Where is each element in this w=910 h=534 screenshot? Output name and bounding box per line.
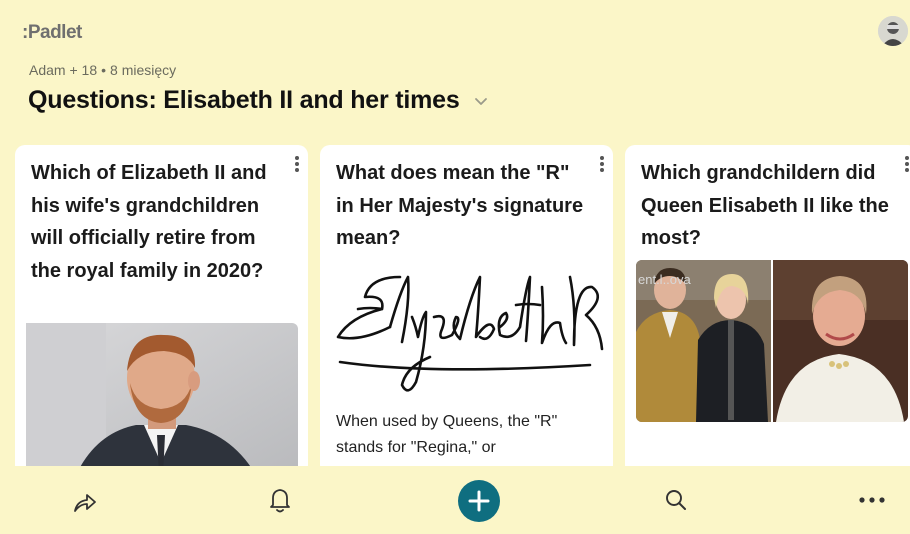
time-ago: 8 miesięcy [110, 62, 177, 78]
plus-icon [468, 490, 490, 512]
share-icon[interactable] [72, 490, 98, 514]
signature-elizabeth-r-icon[interactable] [330, 257, 605, 402]
post-card-3[interactable]: Which grandchildern did Queen Elisabeth … [625, 145, 910, 475]
title-row[interactable]: Questions: Elisabeth II and her times [28, 86, 488, 115]
more-horizontal-icon[interactable] [858, 496, 886, 504]
padlet-logo[interactable]: :Padlet [22, 22, 82, 44]
post-card-2[interactable]: What does mean the "R" in Her Majesty's … [320, 145, 613, 475]
prince-harry-photo-icon[interactable] [26, 323, 298, 475]
kebab-menu-icon[interactable] [294, 155, 300, 173]
page-title: Questions: Elisabeth II and her times [28, 86, 460, 114]
bell-icon[interactable] [268, 486, 292, 514]
add-post-button[interactable] [458, 480, 500, 522]
padlet-meta: Adam + 18 • 8 miesięcy [29, 62, 176, 78]
top-bar: :Padlet [0, 0, 910, 60]
bottom-toolbar [0, 466, 910, 534]
royal-collage-photo[interactable]: ent.l..ova [636, 260, 908, 422]
card-title: Which of Elizabeth II and his wife's gra… [31, 162, 267, 282]
card-title: What does mean the "R" in Her Majesty's … [336, 162, 584, 249]
avatar-icon [878, 16, 908, 46]
photo-overlay-text: ent.l..ova [638, 272, 691, 287]
kebab-menu-icon[interactable] [904, 155, 910, 173]
chevron-down-icon[interactable] [474, 94, 488, 108]
card-title: Which grandchildern did Queen Elisabeth … [641, 162, 889, 249]
kebab-menu-icon[interactable] [599, 155, 605, 173]
search-icon[interactable] [664, 488, 688, 512]
meta-separator: • [101, 62, 107, 78]
card-body-text: When used by Queens, the "R" stands for … [336, 413, 558, 456]
post-card-1[interactable]: Which of Elizabeth II and his wife's gra… [15, 145, 308, 475]
author-label[interactable]: Adam + 18 [29, 62, 97, 78]
user-avatar[interactable] [878, 16, 908, 46]
